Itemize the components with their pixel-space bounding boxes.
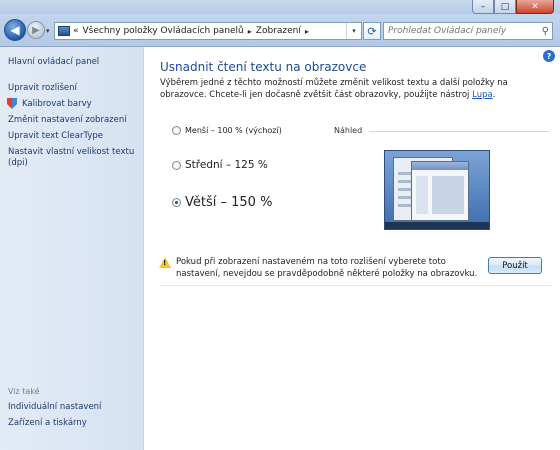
sidebar-home-link[interactable]: Hlavní ovládací panel (8, 57, 99, 67)
window-titlebar: – □ ✕ (0, 0, 560, 14)
option-larger[interactable]: Větší – 150 % (172, 195, 272, 210)
address-dropdown-button[interactable]: ▾ (346, 23, 361, 39)
back-button[interactable]: ◀ (4, 19, 26, 41)
preview-window-front (411, 161, 469, 221)
search-icon[interactable]: ⚲ (542, 26, 549, 37)
control-panel-icon (58, 26, 70, 36)
address-bar[interactable]: « Všechny položky Ovládacích panelů ▸ Zo… (54, 22, 362, 40)
recent-pages-dropdown[interactable]: ▾ (46, 27, 50, 35)
preview-taskbar (385, 222, 489, 229)
radio-larger[interactable] (172, 198, 181, 207)
radio-medium[interactable] (172, 160, 181, 170)
option-smaller-label[interactable]: Menší – 100 % (výchozí) (185, 126, 282, 135)
preview-divider (369, 131, 549, 132)
help-button[interactable]: ? (543, 50, 555, 62)
navigation-bar: ◀ ▶ ▾ « Všechny položky Ovládacích panel… (0, 14, 560, 47)
refresh-button[interactable]: ⟳ (363, 22, 381, 40)
warning-icon-mark: ! (163, 259, 167, 267)
breadcrumb-item-all-items[interactable]: Všechny položky Ovládacích panelů (83, 26, 244, 36)
separator (160, 285, 552, 286)
preview-label: Náhled (334, 126, 363, 135)
sidebar-item-change-display-settings[interactable]: Změnit nastavení zobrazení (8, 115, 138, 126)
breadcrumb-separator[interactable]: ▸ (305, 27, 309, 36)
page-title: Usnadnit čtení textu na obrazovce (160, 60, 367, 74)
maximize-button[interactable]: □ (494, 0, 516, 14)
sidebar-item-devices-printers[interactable]: Zařízení a tiskárny (8, 418, 138, 429)
sidebar: Hlavní ovládací panel Upravit rozlišení … (0, 47, 144, 450)
warning-text: Pokud při zobrazení nastaveném na toto r… (176, 257, 478, 279)
search-input[interactable] (384, 25, 540, 37)
breadcrumb-item-display[interactable]: Zobrazení (256, 26, 301, 36)
option-smaller[interactable]: Menší – 100 % (výchozí) (172, 126, 282, 135)
preview-image (384, 150, 490, 230)
sidebar-item-cleartype[interactable]: Upravit text ClearType (8, 131, 138, 142)
caption-buttons: – □ ✕ (472, 0, 554, 14)
sidebar-item-custom-dpi[interactable]: Nastavit vlastní velikost textu (dpi) (8, 147, 138, 169)
description-text: Výběrem jedné z těchto možností můžete z… (160, 78, 508, 100)
arrow-left-icon: ◀ (10, 23, 20, 37)
close-button[interactable]: ✕ (516, 0, 554, 14)
magnifier-link[interactable]: Lupa (472, 90, 493, 100)
minimize-button[interactable]: – (472, 0, 494, 14)
main-content: ? Usnadnit čtení textu na obrazovce Výbě… (144, 47, 560, 450)
forward-button[interactable]: ▶ (27, 21, 45, 39)
arrow-right-icon: ▶ (32, 24, 40, 36)
breadcrumb-overflow[interactable]: « (73, 26, 79, 36)
breadcrumb-separator[interactable]: ▸ (248, 27, 252, 36)
option-medium[interactable]: Střední – 125 % (172, 159, 268, 171)
radio-smaller[interactable] (172, 126, 181, 135)
sidebar-item-calibrate-color[interactable]: Kalibrovat barvy (22, 99, 152, 110)
see-also-heading: Viz také (8, 387, 40, 396)
search-box[interactable]: ⚲ (383, 22, 553, 40)
option-larger-label[interactable]: Větší – 150 % (185, 195, 272, 210)
refresh-icon: ⟳ (367, 24, 377, 38)
description-end: . (492, 90, 496, 100)
sidebar-item-adjust-resolution[interactable]: Upravit rozlišení (8, 83, 138, 94)
shield-icon (7, 98, 17, 109)
option-medium-label[interactable]: Střední – 125 % (185, 159, 268, 171)
apply-button[interactable]: Použít (488, 257, 542, 274)
page-description: Výběrem jedné z těchto možností můžete z… (160, 77, 555, 101)
sidebar-item-personalization[interactable]: Individuální nastavení (8, 402, 138, 413)
